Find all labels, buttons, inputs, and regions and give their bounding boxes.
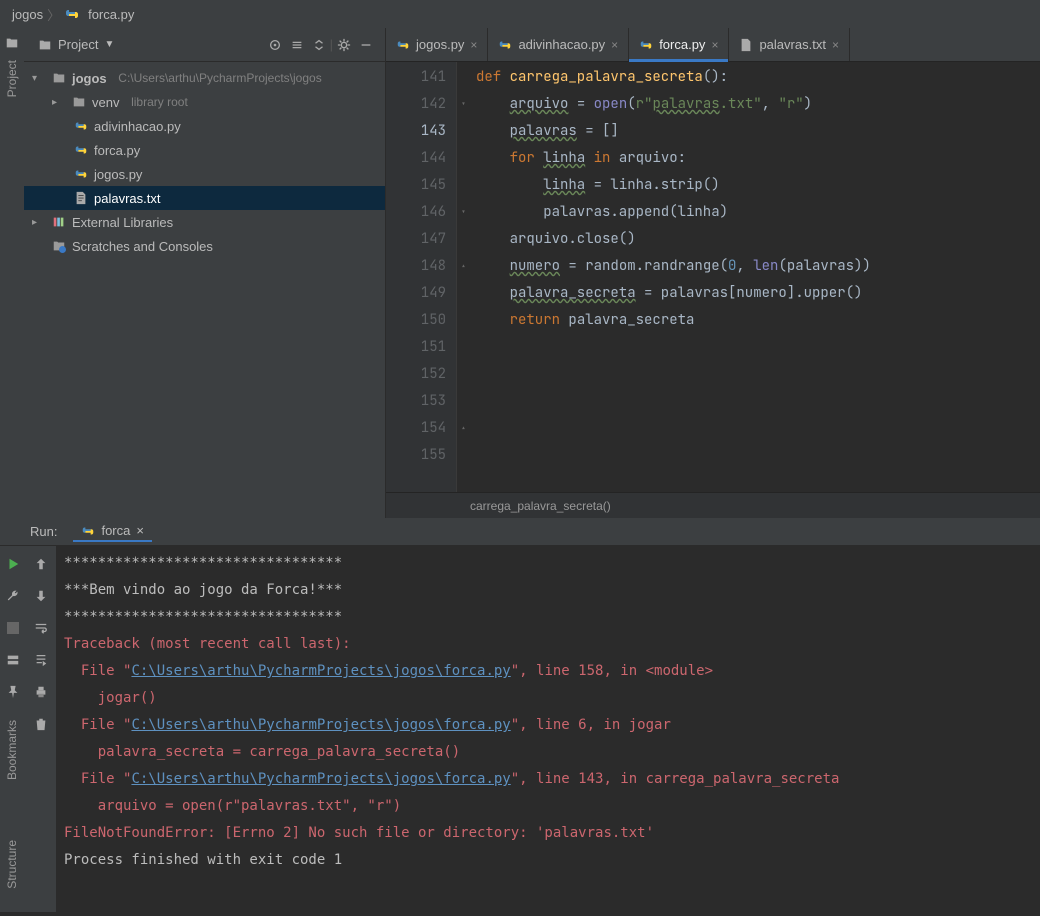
left-tool-strip: Project <box>0 28 24 518</box>
tab-label: adivinhacao.py <box>518 37 605 52</box>
project-dropdown[interactable]: Project ▼ <box>32 35 120 54</box>
tree-scratches-label: Scratches and Consoles <box>72 239 213 254</box>
project-tool-icon[interactable] <box>5 36 19 50</box>
project-icon <box>38 38 52 52</box>
tree-file-selected[interactable]: palavras.txt <box>24 186 385 210</box>
down-arrow-icon[interactable] <box>31 586 51 606</box>
tab-label: palavras.txt <box>759 37 825 52</box>
tree-file[interactable]: forca.py <box>24 138 385 162</box>
settings-icon[interactable] <box>333 34 355 56</box>
dropdown-icon: ▼ <box>104 39 114 50</box>
project-panel: Project ▼ | ▾ jogos C:\Users\arthu\Pycha… <box>24 28 386 518</box>
collapse-all-icon[interactable] <box>308 34 330 56</box>
close-icon[interactable]: × <box>832 38 839 52</box>
breadcrumb-separator: 〉 <box>47 5 60 24</box>
run-toolbar-right <box>26 546 56 912</box>
breadcrumb: jogos 〉 forca.py <box>0 0 1040 28</box>
run-panel: Run: forca × ***************************… <box>0 518 1040 912</box>
tree-file-label: jogos.py <box>94 167 142 182</box>
layout-icon[interactable] <box>3 650 23 670</box>
libraries-icon <box>50 215 68 229</box>
python-file-icon <box>64 6 80 22</box>
editor-tabs: jogos.py × adivinhacao.py × forca.py × p… <box>386 28 1040 62</box>
tree-venv[interactable]: ▸ venv library root <box>24 90 385 114</box>
tab-label: forca.py <box>659 37 705 52</box>
text-file-icon <box>739 38 753 52</box>
editor-breadcrumb-label: carrega_palavra_secreta() <box>470 499 611 513</box>
editor-tab[interactable]: adivinhacao.py × <box>488 28 629 61</box>
tree-project-root[interactable]: ▾ jogos C:\Users\arthu\PycharmProjects\j… <box>24 66 385 90</box>
trash-icon[interactable] <box>31 714 51 734</box>
project-tree: ▾ jogos C:\Users\arthu\PycharmProjects\j… <box>24 62 385 262</box>
code-content[interactable]: def carrega_palavra_secreta(): arquivo =… <box>470 62 1040 492</box>
scroll-end-icon[interactable] <box>31 650 51 670</box>
python-file-icon <box>396 38 410 52</box>
python-file-icon <box>81 524 95 538</box>
expand-all-icon[interactable] <box>286 34 308 56</box>
folder-icon <box>70 95 88 109</box>
editor-tab-active[interactable]: forca.py × <box>629 28 729 61</box>
tree-extlib-label: External Libraries <box>72 215 173 230</box>
editor-area: jogos.py × adivinhacao.py × forca.py × p… <box>386 28 1040 518</box>
hide-icon[interactable] <box>355 34 377 56</box>
pin-icon[interactable] <box>3 682 23 702</box>
tree-file-label: forca.py <box>94 143 140 158</box>
tab-label: jogos.py <box>416 37 464 52</box>
tree-file[interactable]: jogos.py <box>24 162 385 186</box>
run-config-tab[interactable]: forca × <box>73 521 152 542</box>
scratches-icon <box>50 239 68 253</box>
locate-icon[interactable] <box>264 34 286 56</box>
left-bottom-tool-strip: Bookmarks Structure <box>0 720 24 889</box>
run-label: Run: <box>30 524 57 539</box>
project-panel-title: Project <box>58 37 98 52</box>
tree-file-label: adivinhacao.py <box>94 119 181 134</box>
editor-tab[interactable]: jogos.py × <box>386 28 488 61</box>
structure-tool-label[interactable]: Structure <box>5 840 19 889</box>
editor-breadcrumb[interactable]: carrega_palavra_secreta() <box>386 492 1040 518</box>
close-icon[interactable]: × <box>136 523 144 538</box>
folder-icon <box>50 71 68 85</box>
run-tab-label: forca <box>101 523 130 538</box>
python-file-icon <box>72 167 90 181</box>
stop-button[interactable] <box>3 618 23 638</box>
close-icon[interactable]: × <box>470 38 477 52</box>
wrench-icon[interactable] <box>3 586 23 606</box>
tree-root-name: jogos <box>72 71 107 86</box>
soft-wrap-icon[interactable] <box>31 618 51 638</box>
editor-tab[interactable]: palavras.txt × <box>729 28 850 61</box>
tree-root-path: C:\Users\arthu\PycharmProjects\jogos <box>118 71 321 85</box>
project-panel-header: Project ▼ | <box>24 28 385 62</box>
tree-scratches[interactable]: Scratches and Consoles <box>24 234 385 258</box>
console-output[interactable]: ************************************Bem … <box>56 546 1040 912</box>
python-file-icon <box>72 143 90 157</box>
chevron-right-icon: ▸ <box>52 97 66 108</box>
close-icon[interactable]: × <box>711 38 718 52</box>
python-file-icon <box>498 38 512 52</box>
python-file-icon <box>72 119 90 133</box>
up-arrow-icon[interactable] <box>31 554 51 574</box>
tree-file[interactable]: adivinhacao.py <box>24 114 385 138</box>
chevron-down-icon: ▾ <box>32 73 46 84</box>
line-number-gutter: 141 142 143 144 145 146 147 148 149 150 … <box>386 62 456 492</box>
fold-gutter: ▾ ▾ ▴ ▴ <box>456 62 470 492</box>
project-tool-label[interactable]: Project <box>5 60 19 101</box>
text-file-icon <box>72 191 90 205</box>
code-editor[interactable]: 141 142 143 144 145 146 147 148 149 150 … <box>386 62 1040 492</box>
tree-venv-hint: library root <box>131 95 188 109</box>
tree-file-label: palavras.txt <box>94 191 160 206</box>
tree-external-libraries[interactable]: ▸ External Libraries <box>24 210 385 234</box>
run-button[interactable] <box>3 554 23 574</box>
bookmarks-tool-label[interactable]: Bookmarks <box>5 720 19 780</box>
chevron-right-icon: ▸ <box>32 217 46 228</box>
close-icon[interactable]: × <box>611 38 618 52</box>
print-icon[interactable] <box>31 682 51 702</box>
breadcrumb-file[interactable]: forca.py <box>88 7 134 22</box>
tree-venv-label: venv <box>92 95 119 110</box>
python-file-icon <box>639 38 653 52</box>
breadcrumb-root[interactable]: jogos <box>12 7 43 22</box>
run-tabs: Run: forca × <box>0 518 1040 546</box>
